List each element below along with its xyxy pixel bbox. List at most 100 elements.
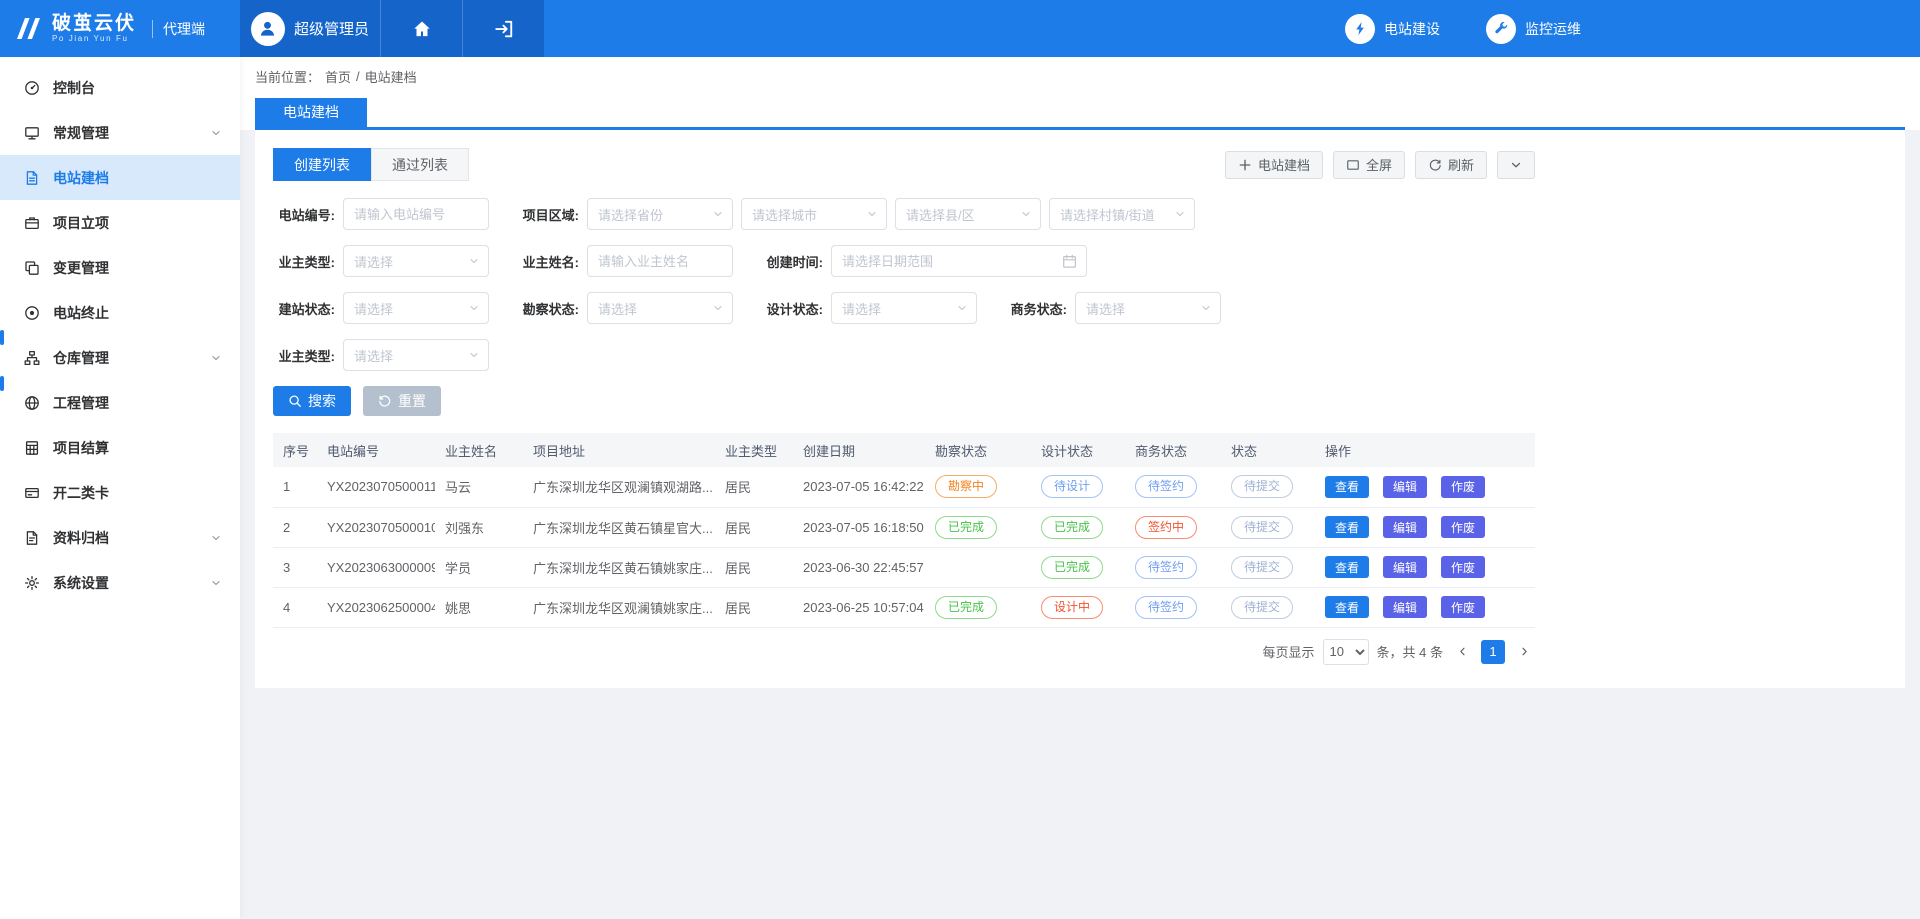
sidebar-item-project-settlement[interactable]: 项目结算	[0, 425, 240, 470]
fullscreen-button[interactable]: 全屏	[1333, 151, 1405, 179]
logout-button[interactable]	[462, 0, 544, 57]
user-menu[interactable]: 超级管理员	[240, 0, 380, 57]
row-no: 1	[273, 467, 317, 507]
user-avatar	[251, 12, 285, 46]
date-range-input[interactable]	[842, 254, 1062, 269]
page-number-button[interactable]: 1	[1481, 640, 1505, 664]
business-status-select[interactable]: 请选择	[1075, 292, 1221, 324]
home-button[interactable]	[380, 0, 462, 57]
chevron-down-icon	[866, 208, 878, 220]
build-status-select[interactable]: 请选择	[343, 292, 489, 324]
date-range-picker[interactable]	[831, 245, 1087, 277]
row-no: 3	[273, 547, 317, 587]
tab-create-list[interactable]: 创建列表	[273, 148, 371, 181]
void-button[interactable]: 作废	[1441, 516, 1485, 538]
view-button[interactable]: 查看	[1325, 516, 1369, 538]
filter-owner-type: 业主类型: 请选择	[273, 245, 489, 277]
sidebar-item-console[interactable]: 控制台	[0, 65, 240, 110]
status-cell: 待提交	[1221, 587, 1315, 627]
sidebar-item-data-archive[interactable]: 资料归档	[0, 515, 240, 560]
station-code-input[interactable]	[343, 198, 489, 230]
create-date: 2023-06-30 22:45:57	[793, 547, 925, 587]
survey-status-select[interactable]: 请选择	[587, 292, 733, 324]
village-select[interactable]: 请选择村镇/街道	[1049, 198, 1195, 230]
owner-name: 刘强东	[435, 507, 523, 547]
sidebar-item-station-termination[interactable]: 电站终止	[0, 290, 240, 335]
status-cell: 待提交	[1221, 507, 1315, 547]
tab-passed-list[interactable]: 通过列表	[371, 148, 469, 181]
owner-type-select[interactable]: 请选择	[343, 245, 489, 277]
void-button[interactable]: 作废	[1441, 596, 1485, 618]
column-header: 项目地址	[523, 433, 715, 467]
status-cell: 待提交	[1221, 467, 1315, 507]
chevron-down-icon	[210, 577, 222, 589]
filter-region: 项目区域: 请选择省份 请选择城市 请选择县/区	[517, 198, 1195, 230]
design-status-select[interactable]: 请选择	[831, 292, 977, 324]
search-button[interactable]: 搜索	[273, 386, 351, 416]
collapse-button[interactable]	[1497, 151, 1535, 179]
page-size-select[interactable]: 10	[1323, 639, 1369, 665]
void-button[interactable]: 作废	[1441, 476, 1485, 498]
void-button[interactable]: 作废	[1441, 556, 1485, 578]
survey-status-cell: 勘察中	[925, 467, 1031, 507]
column-header: 创建日期	[793, 433, 925, 467]
pagination: 每页显示 10 条，共 4 条 1	[273, 639, 1535, 665]
chevron-down-icon	[468, 255, 480, 267]
toolbar: 电站建档 全屏 刷新	[1225, 151, 1535, 179]
sidebar-item-warehouse-management[interactable]: 仓库管理	[0, 335, 240, 380]
owner-type-2-select[interactable]: 请选择	[343, 339, 489, 371]
nav-station-build[interactable]: 电站建设	[1345, 14, 1440, 44]
owner-type: 居民	[715, 507, 793, 547]
sidebar-item-general-management[interactable]: 常规管理	[0, 110, 240, 155]
table-row: 4YX2023062500004姚思广东深圳龙华区观澜镇姚家庄...居民2023…	[273, 587, 1535, 627]
nav-station-build-label: 电站建设	[1384, 19, 1440, 39]
sidebar-item-change-management[interactable]: 变更管理	[0, 245, 240, 290]
owner-name: 学员	[435, 547, 523, 587]
refresh-label: 刷新	[1448, 155, 1474, 174]
lightning-icon	[1345, 14, 1375, 44]
sidebar-item-project-initiation[interactable]: 项目立项	[0, 200, 240, 245]
nav-monitor-ops[interactable]: 监控运维	[1486, 14, 1581, 44]
page-tab[interactable]: 电站建档	[255, 98, 367, 127]
filter-label: 项目区域:	[517, 205, 587, 224]
status-badge: 已完成	[935, 596, 997, 619]
chevron-down-icon	[210, 127, 222, 139]
edit-button[interactable]: 编辑	[1383, 556, 1427, 578]
edit-button[interactable]: 编辑	[1383, 476, 1427, 498]
gear-icon	[24, 575, 40, 591]
sidebar-item-station-filing[interactable]: 电站建档	[0, 155, 240, 200]
owner-name-input[interactable]	[587, 245, 733, 277]
logo-icon	[12, 15, 44, 43]
sidebar-item-system-settings[interactable]: 系统设置	[0, 560, 240, 605]
city-select[interactable]: 请选择城市	[741, 198, 887, 230]
select-placeholder: 请选择	[598, 299, 637, 318]
filter-label: 业主类型:	[273, 346, 343, 365]
column-header: 商务状态	[1125, 433, 1221, 467]
sidebar-item-label: 变更管理	[53, 258, 222, 278]
sidebar-item-label: 项目立项	[53, 213, 222, 233]
view-button[interactable]: 查看	[1325, 596, 1369, 618]
province-select[interactable]: 请选择省份	[587, 198, 733, 230]
reset-button[interactable]: 重置	[363, 386, 441, 416]
edit-button[interactable]: 编辑	[1383, 596, 1427, 618]
create-station-button[interactable]: 电站建档	[1225, 151, 1323, 179]
refresh-button[interactable]: 刷新	[1415, 151, 1487, 179]
sidebar-item-label: 资料归档	[53, 528, 197, 548]
business-status-cell: 待签约	[1125, 547, 1221, 587]
sidebar-item-engineering-management[interactable]: 工程管理	[0, 380, 240, 425]
sidebar-item-label: 开二类卡	[53, 483, 222, 503]
view-button[interactable]: 查看	[1325, 556, 1369, 578]
app-header: 破茧云伏 Po Jian Yun Fu 代理端 超级管理员 电站建设 监控运维	[0, 0, 1920, 57]
prev-page-button[interactable]	[1451, 640, 1473, 664]
view-button[interactable]: 查看	[1325, 476, 1369, 498]
breadcrumb-home[interactable]: 首页	[325, 67, 351, 86]
sidebar-item-type2-card[interactable]: 开二类卡	[0, 470, 240, 515]
calendar-icon	[1062, 254, 1077, 269]
county-select[interactable]: 请选择县/区	[895, 198, 1041, 230]
filter-label: 设计状态:	[761, 299, 831, 318]
list-tabs: 创建列表 通过列表	[273, 148, 469, 181]
column-header: 设计状态	[1031, 433, 1125, 467]
next-page-button[interactable]	[1513, 640, 1535, 664]
edit-button[interactable]: 编辑	[1383, 516, 1427, 538]
business-status-cell: 签约中	[1125, 507, 1221, 547]
